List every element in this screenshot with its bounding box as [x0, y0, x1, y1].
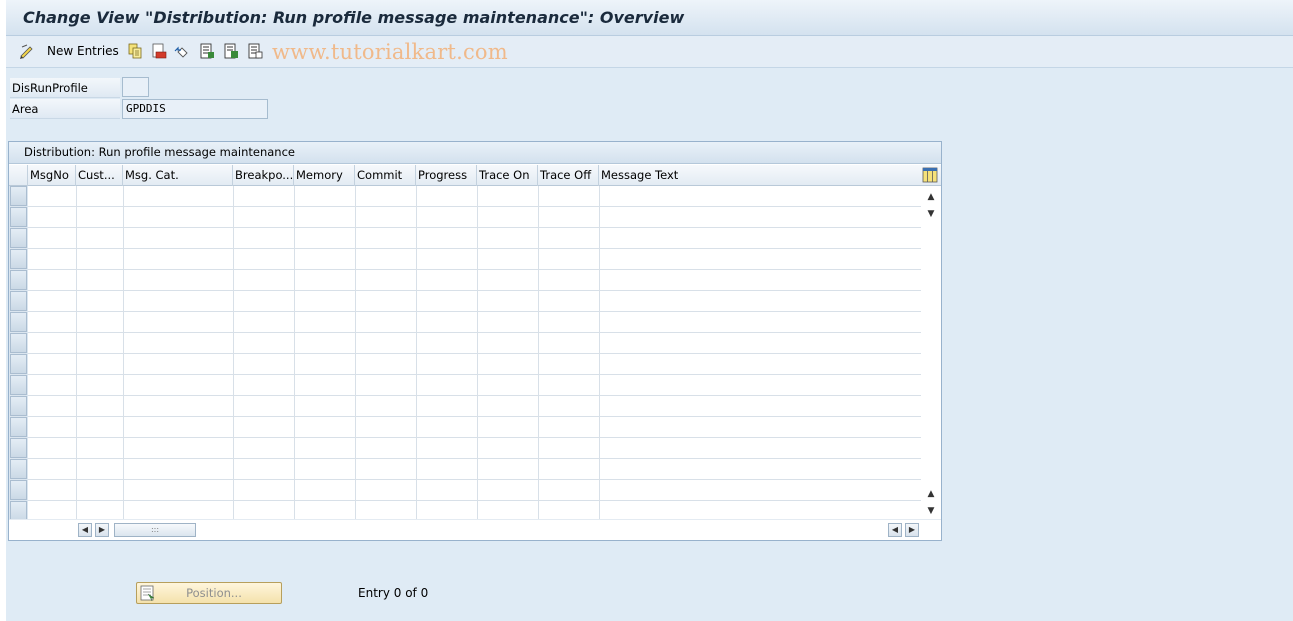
row-selector-button[interactable] — [10, 270, 27, 290]
row-selector-column — [9, 186, 28, 521]
page-up-icon[interactable]: ▲ — [925, 488, 937, 500]
row-selector-button[interactable] — [10, 354, 27, 374]
column-header-breakpoint[interactable]: Breakpo... — [233, 165, 294, 186]
area-field[interactable]: GPDDIS — [122, 99, 268, 119]
row-selector-button[interactable] — [10, 228, 27, 248]
column-header-trace-on[interactable]: Trace On — [477, 165, 538, 186]
page-title: Change View "Distribution: Run profile m… — [23, 8, 685, 27]
scroll-left-icon[interactable]: ◀ — [78, 523, 92, 537]
table-control: Distribution: Run profile message mainte… — [8, 141, 942, 541]
scroll-up-icon[interactable]: ▲ — [925, 191, 937, 203]
table-row[interactable] — [28, 291, 921, 312]
row-selector-button[interactable] — [10, 438, 27, 458]
column-divider — [416, 186, 417, 519]
select-all-rows-button[interactable] — [9, 165, 28, 186]
scroll-down-icon[interactable]: ▼ — [925, 505, 937, 517]
row-selector-button[interactable] — [10, 186, 27, 206]
column-header-msgno[interactable]: MsgNo — [28, 165, 76, 186]
column-header-message-text[interactable]: Message Text — [599, 165, 921, 186]
table-row[interactable] — [28, 249, 921, 270]
table-row[interactable] — [28, 480, 921, 501]
column-divider — [294, 186, 295, 519]
select-all-icon[interactable] — [199, 43, 215, 59]
watermark-text: www.tutorialkart.com — [272, 40, 508, 64]
table-row[interactable] — [28, 186, 921, 207]
disrunprofile-field[interactable] — [122, 77, 149, 97]
sap-window: Change View "Distribution: Run profile m… — [6, 0, 1293, 621]
row-selector-button[interactable] — [10, 249, 27, 269]
table-row[interactable] — [28, 459, 921, 480]
horizontal-scrollbar[interactable]: ◀ ▶ ::: ◀ ▶ — [9, 519, 941, 540]
column-header-cust[interactable]: Cust... — [76, 165, 123, 186]
row-selector-button[interactable] — [10, 375, 27, 395]
column-divider — [76, 186, 77, 519]
column-header-progress[interactable]: Progress — [416, 165, 477, 186]
area-label: Area — [10, 99, 120, 119]
column-divider — [355, 186, 356, 519]
row-selector-button[interactable] — [10, 207, 27, 227]
disrunprofile-label: DisRunProfile — [10, 78, 120, 98]
column-divider — [599, 186, 600, 519]
row-selector-button[interactable] — [10, 417, 27, 437]
row-selector-button[interactable] — [10, 333, 27, 353]
table-grid — [28, 186, 921, 522]
row-selector-button[interactable] — [10, 501, 27, 521]
scroll-far-right-icon[interactable]: ▶ — [905, 523, 919, 537]
table-settings-icon[interactable] — [922, 167, 938, 183]
new-entries-button[interactable]: New Entries — [47, 44, 119, 58]
column-header-row: MsgNo Cust... Msg. Cat. Breakpo... Memor… — [9, 165, 941, 186]
deselect-all-icon[interactable] — [247, 43, 263, 59]
position-button[interactable]: Position... — [136, 582, 282, 604]
column-divider — [123, 186, 124, 519]
table-row[interactable] — [28, 312, 921, 333]
scroll-far-left-icon[interactable]: ◀ — [888, 523, 902, 537]
column-header-trace-off[interactable]: Trace Off — [538, 165, 599, 186]
row-selector-button[interactable] — [10, 291, 27, 311]
undo-icon[interactable] — [174, 43, 190, 59]
column-header-memory[interactable]: Memory — [294, 165, 355, 186]
row-selector-button[interactable] — [10, 480, 27, 500]
table-row[interactable] — [28, 228, 921, 249]
position-icon — [140, 585, 155, 601]
position-button-label: Position... — [186, 586, 242, 600]
column-divider — [477, 186, 478, 519]
column-header-commit[interactable]: Commit — [355, 165, 416, 186]
display-change-icon[interactable] — [19, 43, 35, 59]
row-selector-button[interactable] — [10, 459, 27, 479]
vertical-scrollbar[interactable]: ▲ ▼ ▲ ▼ — [921, 186, 941, 519]
table-title: Distribution: Run profile message mainte… — [9, 142, 941, 164]
entry-count: Entry 0 of 0 — [358, 586, 429, 600]
column-divider — [233, 186, 234, 519]
table-row[interactable] — [28, 333, 921, 354]
table-row[interactable] — [28, 375, 921, 396]
table-row[interactable] — [28, 354, 921, 375]
horizontal-scroll-thumb[interactable]: ::: — [114, 523, 196, 537]
page-down-icon[interactable]: ▼ — [925, 208, 937, 220]
table-row[interactable] — [28, 396, 921, 417]
copy-icon[interactable] — [127, 43, 143, 59]
delete-icon[interactable] — [151, 43, 167, 59]
table-row[interactable] — [28, 207, 921, 228]
table-row[interactable] — [28, 438, 921, 459]
row-selector-button[interactable] — [10, 396, 27, 416]
scroll-right-icon[interactable]: ▶ — [95, 523, 109, 537]
table-row[interactable] — [28, 270, 921, 291]
application-toolbar: New Entries www.tutorialkart.com — [6, 36, 1293, 68]
column-header-msg-cat[interactable]: Msg. Cat. — [123, 165, 233, 186]
select-block-icon[interactable] — [223, 43, 239, 59]
title-bar: Change View "Distribution: Run profile m… — [6, 0, 1293, 36]
table-row[interactable] — [28, 417, 921, 438]
column-divider — [538, 186, 539, 519]
row-selector-button[interactable] — [10, 312, 27, 332]
